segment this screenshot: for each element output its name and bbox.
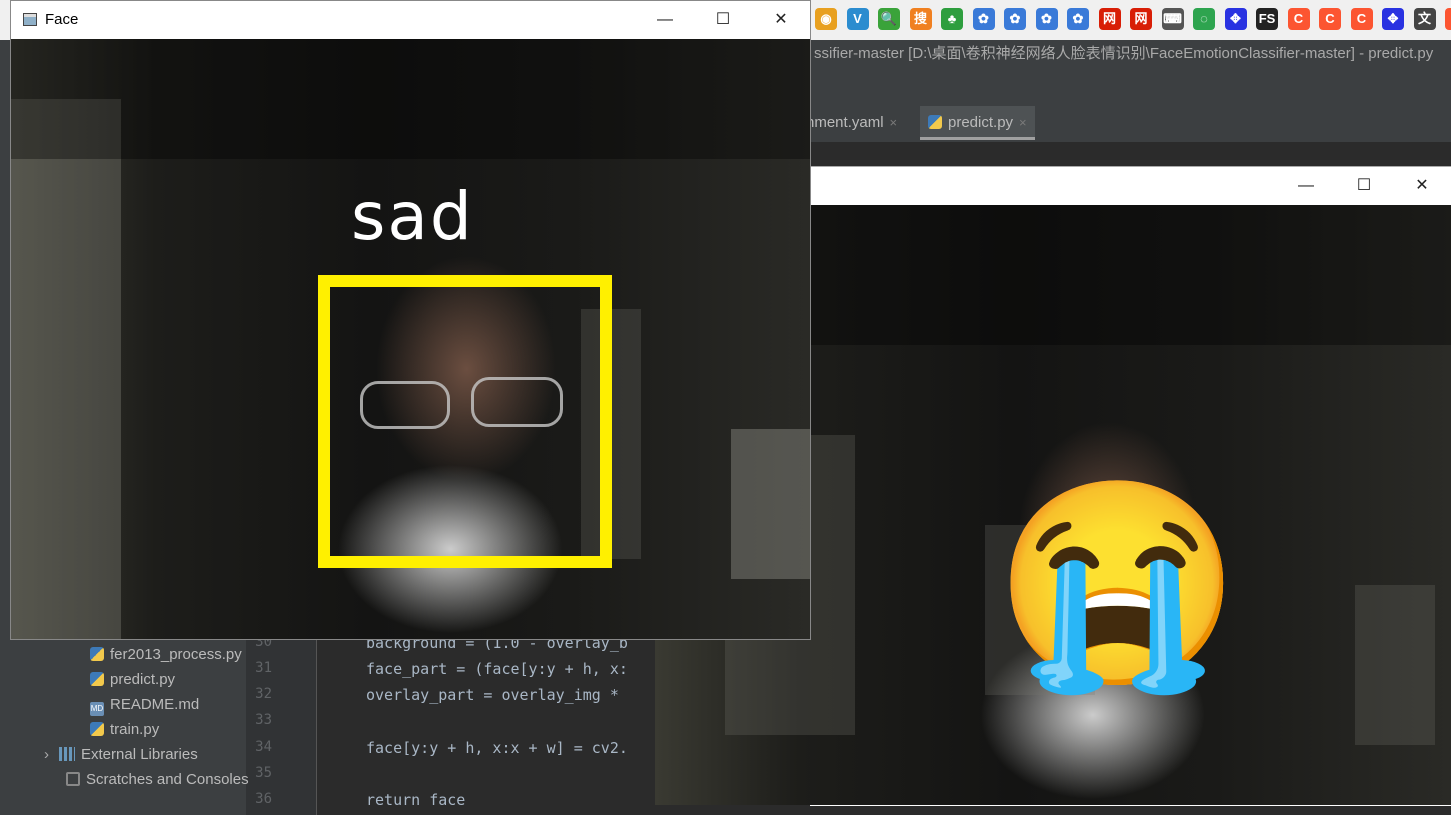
minimize-button[interactable]: —	[636, 1, 694, 39]
terminal-icon[interactable]: ⌨	[1161, 8, 1184, 30]
tree-item-label: README.md	[110, 696, 200, 713]
tree-item-predict[interactable]: predict.py	[90, 671, 175, 688]
crying-emoji-icon: 😭	[993, 473, 1243, 696]
tab-label: nment.yaml	[806, 114, 884, 131]
tree-item-fer2013-process[interactable]: fer2013_process.py	[90, 646, 242, 663]
fs-icon[interactable]: FS	[1256, 8, 1278, 30]
baidu-cloud-icon-1[interactable]: ✿	[972, 8, 995, 30]
maximize-button[interactable]: ☐	[1335, 167, 1393, 205]
china-net-icon-2[interactable]: 网	[1130, 8, 1152, 30]
line-number: 33	[255, 712, 272, 728]
china-net-icon-1[interactable]: 网	[1098, 8, 1121, 30]
csdn-icon-3[interactable]: C	[1350, 8, 1373, 30]
chevron-right-icon[interactable]: ›	[44, 746, 49, 763]
app-window-icon	[23, 13, 37, 26]
scratches-icon	[66, 772, 80, 786]
background-window-panel	[731, 429, 810, 579]
maximize-button[interactable]: ☐	[694, 1, 752, 39]
translate-icon[interactable]: 文	[1413, 8, 1436, 30]
tab-environment-yaml[interactable]: nment.yaml ×	[806, 106, 897, 140]
window-title: Face	[45, 11, 79, 28]
baidu-paw-icon-2[interactable]: ✥	[1382, 8, 1404, 30]
face-detection-box	[318, 275, 612, 568]
close-button[interactable]: ✕	[1393, 167, 1451, 205]
line-number: 32	[255, 686, 272, 702]
tree-item-label: External Libraries	[81, 746, 198, 763]
code-line: return face	[366, 791, 466, 809]
close-icon[interactable]: ×	[1019, 115, 1027, 130]
csdn-icon-2[interactable]: C	[1319, 8, 1341, 30]
baidu-paw-icon-1[interactable]: ✥	[1224, 8, 1247, 30]
line-number: 35	[255, 765, 272, 781]
python-file-icon	[90, 722, 104, 736]
tree-item-readme[interactable]: MD README.md	[90, 696, 199, 716]
background-wall-panel	[11, 99, 121, 639]
baidu-cloud-icon-2[interactable]: ✿	[1004, 8, 1026, 30]
csdn-icon-4[interactable]: C	[1445, 8, 1451, 30]
library-icon	[59, 747, 75, 761]
baidu-cloud-icon-4[interactable]: ✿	[1067, 8, 1089, 30]
ceiling-shadow	[11, 39, 810, 159]
code-line: face_part = (face[y:y + h, x:	[366, 660, 628, 678]
python-file-icon	[90, 672, 104, 686]
tree-item-train[interactable]: train.py	[90, 721, 159, 738]
code-line: face[y:y + h, x:x + w] = cv2.	[366, 739, 628, 757]
line-number: 34	[255, 739, 272, 755]
markdown-file-icon: MD	[90, 702, 104, 716]
window-titlebar[interactable]: Face — ☐ ✕	[11, 1, 810, 39]
python-file-icon	[928, 115, 942, 129]
minimize-button[interactable]: —	[1277, 167, 1335, 205]
tree-item-label: train.py	[110, 721, 160, 738]
code-line: overlay_part = overlay_img *	[366, 686, 619, 704]
tree-item-external-libraries[interactable]: › External Libraries	[44, 746, 198, 763]
csdn-icon-1[interactable]: C	[1287, 8, 1310, 30]
window-titlebar[interactable]: — ☐ ✕	[810, 167, 1451, 205]
emotion-label: sad	[351, 178, 474, 255]
line-number: 36	[255, 791, 272, 807]
tab-predict-py[interactable]: predict.py ×	[920, 106, 1035, 140]
baidu-cloud-icon-3[interactable]: ✿	[1035, 8, 1058, 30]
line-number: 31	[255, 660, 272, 676]
tree-item-label: predict.py	[110, 671, 176, 688]
tree-item-label: fer2013_process.py	[110, 646, 242, 663]
search-tool-icon[interactable]: 🔍	[878, 8, 900, 30]
v-browser-icon[interactable]: V	[846, 8, 869, 30]
leaf-icon[interactable]: ♣	[941, 8, 963, 30]
ide-title: ssifier-master [D:\桌面\卷积神经网络人脸表情识别\FaceE…	[814, 45, 1434, 62]
refresh-icon[interactable]: ◌	[1193, 8, 1215, 30]
tree-item-label: Scratches and Consoles	[86, 771, 249, 788]
close-icon[interactable]: ×	[890, 115, 898, 130]
background-window-panel	[1355, 585, 1435, 745]
close-button[interactable]: ✕	[752, 1, 810, 39]
tab-label: predict.py	[948, 114, 1014, 131]
sogou-icon[interactable]: 搜	[909, 8, 932, 30]
tree-item-scratches[interactable]: Scratches and Consoles	[66, 771, 249, 788]
weibo-icon[interactable]: ◉	[815, 8, 837, 30]
python-file-icon	[90, 647, 104, 661]
